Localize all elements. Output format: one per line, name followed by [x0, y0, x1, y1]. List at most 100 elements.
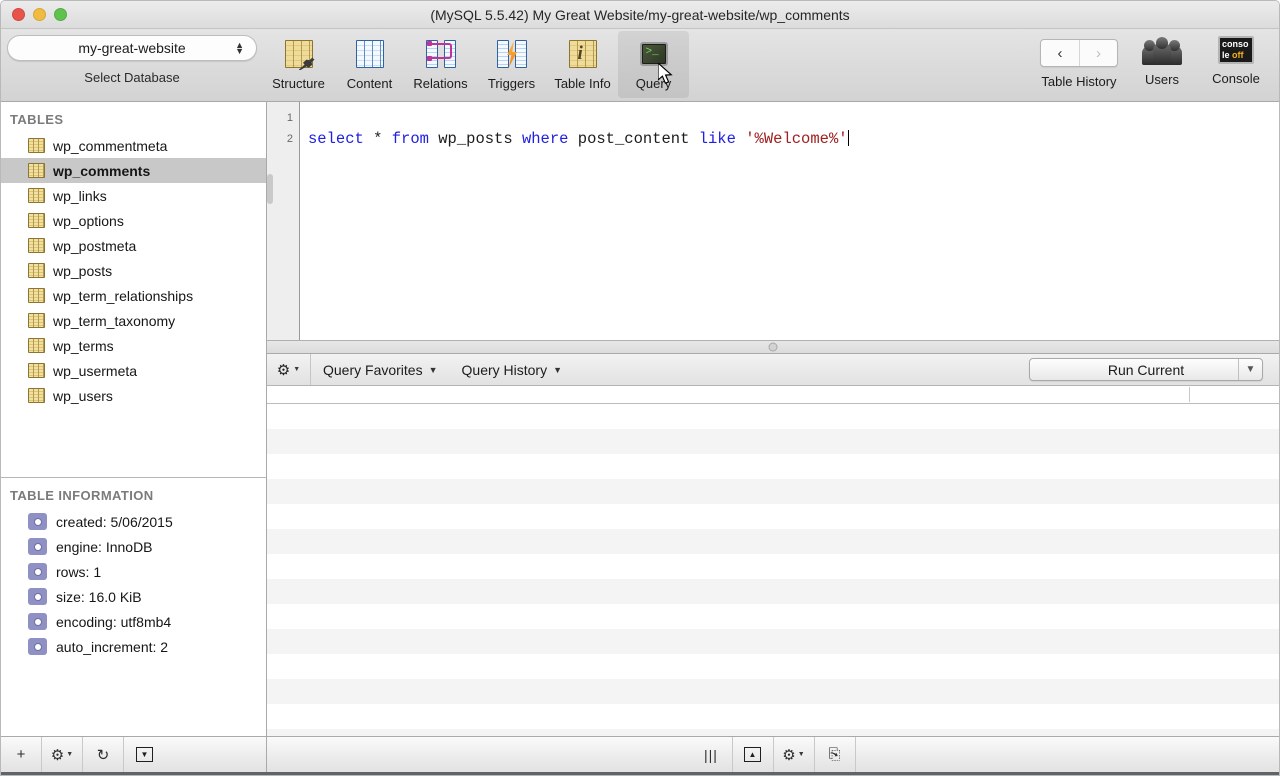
- toolbar-label-content: Content: [347, 76, 393, 91]
- results-row[interactable]: [267, 629, 1279, 654]
- table-list-item-label: wp_terms: [53, 338, 114, 354]
- editor-results-splitter[interactable]: [267, 340, 1279, 354]
- sql-token-plain: wp_posts: [429, 130, 522, 148]
- query-favorites-menu[interactable]: Query Favorites ▼: [311, 354, 450, 385]
- results-row[interactable]: [267, 604, 1279, 629]
- sql-token-keyword: from: [392, 130, 429, 148]
- results-row[interactable]: [267, 529, 1279, 554]
- toolbar-items: Structure Content Relations: [263, 29, 689, 98]
- filter-tables-button[interactable]: ▼: [124, 737, 165, 772]
- info-item: encoding: utf8mb4: [1, 609, 266, 634]
- result-actions-button[interactable]: ⚙▼: [774, 737, 815, 772]
- table-list-item[interactable]: wp_terms: [1, 333, 266, 358]
- chevron-down-icon[interactable]: ▼: [1238, 359, 1262, 380]
- info-bullet-icon: [28, 613, 47, 630]
- table-list-item-label: wp_links: [53, 188, 107, 204]
- sql-token-keyword: where: [522, 130, 569, 148]
- results-row[interactable]: [267, 429, 1279, 454]
- query-toolbar: ⚙ ▼ Query Favorites ▼ Query History ▼ Ru…: [267, 354, 1279, 386]
- refresh-icon: ↻: [97, 746, 110, 764]
- chevron-down-icon: ▼: [553, 365, 562, 375]
- plus-icon: +: [17, 746, 26, 763]
- structure-icon: [282, 37, 316, 71]
- results-row[interactable]: [267, 504, 1279, 529]
- editor-scroll-thumb[interactable]: [267, 174, 273, 204]
- table-list-item[interactable]: wp_posts: [1, 258, 266, 283]
- title-bar: (MySQL 5.5.42) My Great Website/my-great…: [1, 1, 1279, 29]
- results-row[interactable]: [267, 404, 1279, 429]
- chevron-down-icon: ▼: [798, 751, 805, 758]
- results-row[interactable]: [267, 654, 1279, 679]
- filter-dropdown-icon: ▼: [136, 747, 153, 762]
- table-history-segmented-control[interactable]: ‹ ›: [1040, 39, 1118, 67]
- database-selector[interactable]: my-great-website ▲▼: [7, 35, 257, 61]
- sql-code-area[interactable]: select * from wp_posts where post_conten…: [300, 102, 1279, 340]
- gear-icon: ⚙: [277, 361, 290, 379]
- minimize-window-button[interactable]: [33, 8, 46, 21]
- table-icon: [28, 138, 45, 153]
- table-actions-button[interactable]: ⚙▼: [42, 737, 83, 772]
- table-list-item[interactable]: wp_users: [1, 383, 266, 408]
- line-number: 1: [267, 108, 293, 129]
- zoom-window-button[interactable]: [54, 8, 67, 21]
- stepper-icon: ▲▼: [235, 42, 244, 54]
- content-icon: [353, 37, 387, 71]
- toolbar-label-table-info: Table Info: [554, 76, 610, 91]
- results-row[interactable]: [267, 679, 1279, 704]
- toolbar-item-query[interactable]: Query: [618, 31, 689, 98]
- run-query-group: Run Current ▼: [1029, 358, 1263, 381]
- query-actions-button[interactable]: ⚙ ▼: [267, 354, 311, 385]
- table-list-item[interactable]: wp_options: [1, 208, 266, 233]
- table-icon: [28, 388, 45, 403]
- text-caret: [848, 130, 849, 146]
- sidebar: TABLES wp_commentmeta wp_comments wp_lin…: [1, 102, 267, 772]
- triangle-up-icon: ▲: [744, 747, 761, 762]
- results-row[interactable]: [267, 554, 1279, 579]
- toolbar-item-relations[interactable]: Relations: [405, 31, 476, 91]
- window-body: TABLES wp_commentmeta wp_comments wp_lin…: [1, 102, 1279, 772]
- table-list-item[interactable]: wp_term_relationships: [1, 283, 266, 308]
- show-editor-button[interactable]: ▲: [733, 737, 774, 772]
- results-grid[interactable]: [267, 386, 1279, 736]
- tables-list[interactable]: wp_commentmeta wp_comments wp_links wp_o…: [1, 133, 266, 477]
- table-icon: [28, 338, 45, 353]
- toolbar-item-users[interactable]: Users: [1125, 33, 1199, 87]
- table-list-item-label: wp_commentmeta: [53, 138, 167, 154]
- toolbar-item-structure[interactable]: Structure: [263, 31, 334, 91]
- table-list-item[interactable]: wp_postmeta: [1, 233, 266, 258]
- table-list-item-label: wp_comments: [53, 163, 150, 179]
- refresh-tables-button[interactable]: ↻: [83, 737, 124, 772]
- toolbar-label-structure: Structure: [272, 76, 325, 91]
- sql-token-plain: post_content: [568, 130, 698, 148]
- splitter-grip-icon[interactable]: [769, 343, 778, 352]
- table-list-item[interactable]: wp_usermeta: [1, 358, 266, 383]
- history-back-button[interactable]: ‹: [1041, 40, 1079, 66]
- results-row[interactable]: [267, 704, 1279, 729]
- table-list-item[interactable]: wp_commentmeta: [1, 133, 266, 158]
- toolbar-item-table-info[interactable]: i Table Info: [547, 31, 618, 91]
- table-list-item[interactable]: wp_term_taxonomy: [1, 308, 266, 333]
- results-row[interactable]: [267, 729, 1279, 736]
- add-table-button[interactable]: +: [1, 737, 42, 772]
- results-row[interactable]: [267, 579, 1279, 604]
- column-separator[interactable]: [1189, 387, 1190, 402]
- table-list-item[interactable]: wp_links: [1, 183, 266, 208]
- resize-grip[interactable]: |||: [691, 737, 732, 772]
- info-item: engine: InnoDB: [1, 534, 266, 559]
- sql-token-keyword: like: [699, 130, 736, 148]
- query-history-menu[interactable]: Query History ▼: [450, 354, 575, 385]
- query-editor[interactable]: 1 2 select * from wp_posts where post_co…: [267, 102, 1279, 340]
- results-row[interactable]: [267, 479, 1279, 504]
- toolbar-item-triggers[interactable]: Triggers: [476, 31, 547, 91]
- history-forward-button[interactable]: ›: [1079, 40, 1117, 66]
- toolbar-item-console[interactable]: conso le off Console: [1199, 33, 1273, 86]
- table-list-item[interactable]: wp_comments: [1, 158, 266, 183]
- query-favorites-label: Query Favorites: [323, 362, 423, 378]
- duplicate-row-button[interactable]: ⎘: [815, 737, 856, 772]
- run-current-button[interactable]: Run Current ▼: [1029, 358, 1263, 381]
- results-row[interactable]: [267, 454, 1279, 479]
- toolbar-label-triggers: Triggers: [488, 76, 535, 91]
- toolbar-item-content[interactable]: Content: [334, 31, 405, 91]
- relations-icon: [424, 37, 458, 71]
- close-window-button[interactable]: [12, 8, 25, 21]
